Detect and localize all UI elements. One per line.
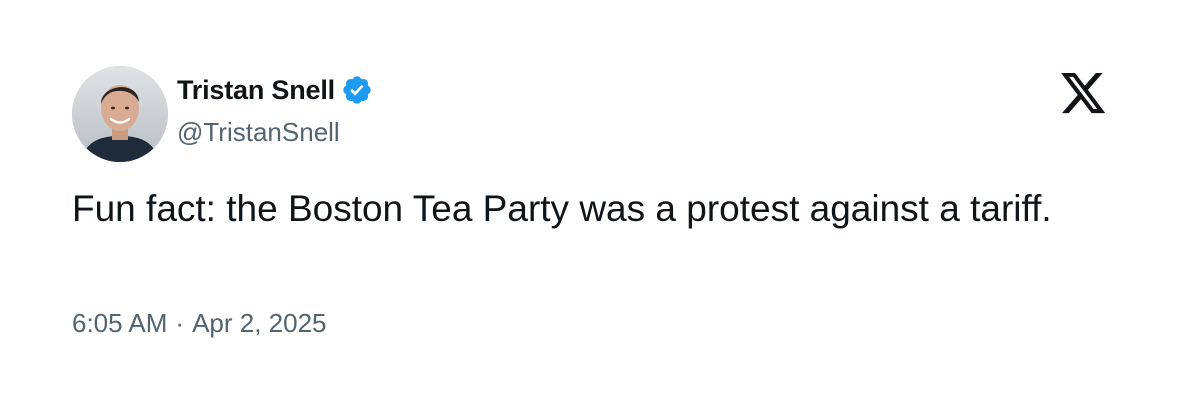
tweet-text: Fun fact: the Boston Tea Party was a pro… bbox=[72, 188, 1052, 229]
timestamp-separator: · bbox=[175, 308, 185, 338]
tweet-timestamp[interactable]: 6:05 AM · Apr 2, 2025 bbox=[72, 308, 327, 339]
verified-badge-icon bbox=[341, 74, 373, 106]
author-display-name[interactable]: Tristan Snell bbox=[177, 75, 335, 106]
avatar[interactable] bbox=[72, 66, 168, 162]
author-handle[interactable]: @TristanSnell bbox=[177, 117, 340, 148]
x-logo-icon[interactable] bbox=[1061, 73, 1107, 115]
tweet-card: Tristan Snell @TristanSnell Fun fact: th… bbox=[0, 0, 1180, 408]
author-name-row: Tristan Snell bbox=[177, 72, 373, 108]
profile-photo-icon bbox=[72, 66, 168, 162]
tweet-date: Apr 2, 2025 bbox=[192, 308, 327, 338]
tweet-time: 6:05 AM bbox=[72, 308, 168, 338]
